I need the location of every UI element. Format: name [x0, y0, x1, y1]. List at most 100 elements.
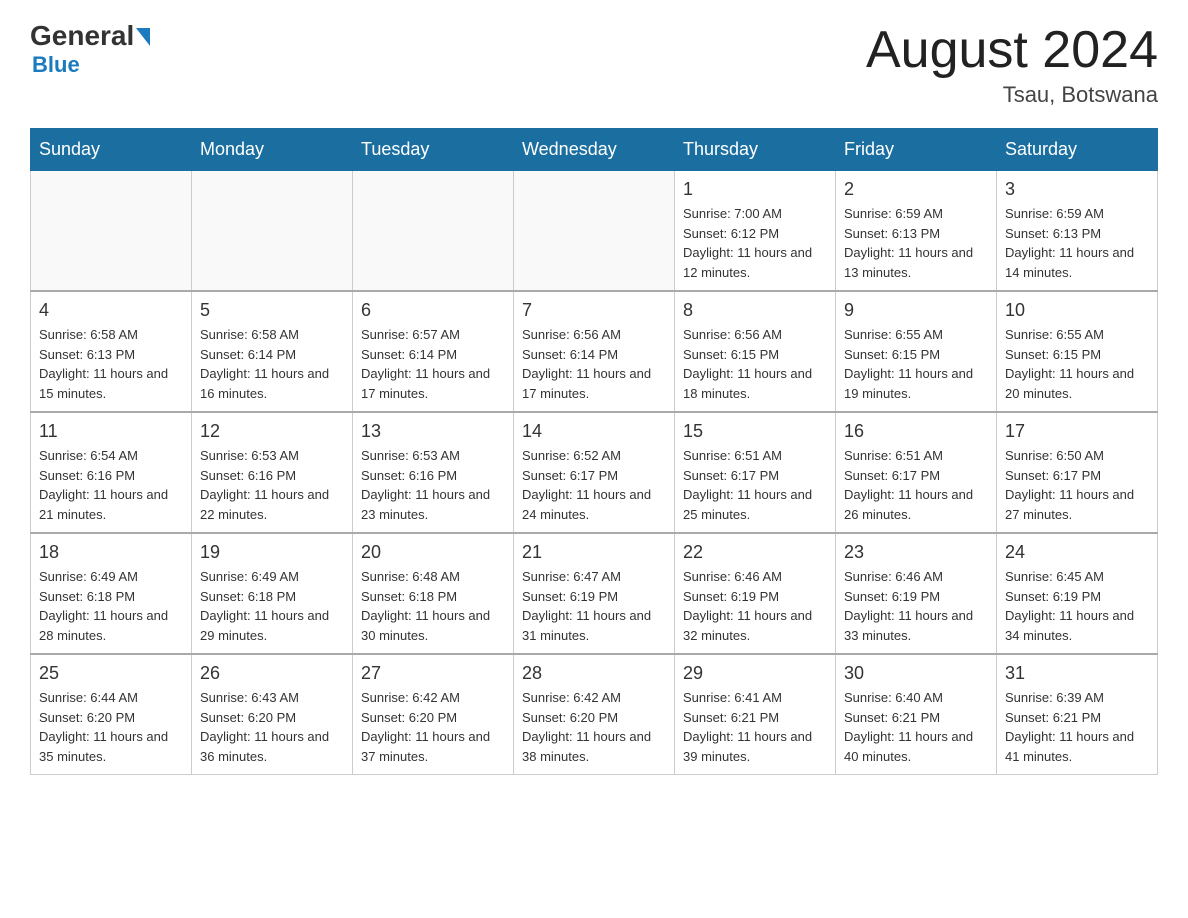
day-info: Sunrise: 6:48 AM Sunset: 6:18 PM Dayligh… [361, 567, 505, 645]
day-info: Sunrise: 6:59 AM Sunset: 6:13 PM Dayligh… [1005, 204, 1149, 282]
calendar-cell: 17Sunrise: 6:50 AM Sunset: 6:17 PM Dayli… [997, 412, 1158, 533]
calendar-cell: 24Sunrise: 6:45 AM Sunset: 6:19 PM Dayli… [997, 533, 1158, 654]
logo: General Blue [30, 20, 150, 78]
calendar-cell: 15 Sunrise: 6:51 AM Sunset: 6:17 PM Dayli… [675, 412, 836, 533]
calendar-cell: 11 Sunrise: 6:54 AM Sunset: 6:16 PM Dayli… [31, 412, 192, 533]
calendar-cell: 16 Sunrise: 6:51 AM Sunset: 6:17 PM Dayli… [836, 412, 997, 533]
day-info: Sunrise: 6:56 AM Sunset: 6:14 PM Dayligh… [522, 325, 666, 403]
day-info: Sunrise: 6:58 AM Sunset: 6:14 PM Dayligh… [200, 325, 344, 403]
day-info: Sunrise: 6:42 AM Sunset: 6:20 PM Dayligh… [522, 688, 666, 766]
day-info: Sunrise: 6:41 AM Sunset: 6:21 PM Dayligh… [683, 688, 827, 766]
day-info: Sunrise: 6:53 AM Sunset: 6:16 PM Dayligh… [200, 446, 344, 524]
calendar-cell: 29 Sunrise: 6:41 AM Sunset: 6:21 PM Dayli… [675, 654, 836, 775]
calendar-cell: 22 Sunrise: 6:46 AM Sunset: 6:19 PM Dayli… [675, 533, 836, 654]
day-info: Sunrise: 7:00 AM Sunset: 6:12 PM Dayligh… [683, 204, 827, 282]
day-number: 7 [522, 300, 666, 321]
calendar-week-2: 4Sunrise: 6:58 AM Sunset: 6:13 PM Daylig… [31, 291, 1158, 412]
day-of-week-saturday: Saturday [997, 129, 1158, 171]
day-info: Sunrise: 6:46 AM Sunset: 6:19 PM Dayligh… [683, 567, 827, 645]
day-info: Sunrise: 6:50 AM Sunset: 6:17 PM Dayligh… [1005, 446, 1149, 524]
calendar-cell: 7 Sunrise: 6:56 AM Sunset: 6:14 PM Daylig… [514, 291, 675, 412]
calendar-cell: 8Sunrise: 6:56 AM Sunset: 6:15 PM Daylig… [675, 291, 836, 412]
day-number: 3 [1005, 179, 1149, 200]
calendar-cell: 14 Sunrise: 6:52 AM Sunset: 6:17 PM Dayli… [514, 412, 675, 533]
calendar-cell: 18 Sunrise: 6:49 AM Sunset: 6:18 PM Dayli… [31, 533, 192, 654]
day-number: 28 [522, 663, 666, 684]
calendar-cell: 4Sunrise: 6:58 AM Sunset: 6:13 PM Daylig… [31, 291, 192, 412]
month-title: August 2024 [866, 20, 1158, 80]
day-of-week-wednesday: Wednesday [514, 129, 675, 171]
day-number: 22 [683, 542, 827, 563]
logo-blue-text: Blue [32, 52, 80, 78]
calendar-cell [514, 171, 675, 292]
day-info: Sunrise: 6:49 AM Sunset: 6:18 PM Dayligh… [39, 567, 183, 645]
day-info: Sunrise: 6:51 AM Sunset: 6:17 PM Dayligh… [844, 446, 988, 524]
day-number: 27 [361, 663, 505, 684]
day-number: 16 [844, 421, 988, 442]
day-info: Sunrise: 6:54 AM Sunset: 6:16 PM Dayligh… [39, 446, 183, 524]
day-info: Sunrise: 6:51 AM Sunset: 6:17 PM Dayligh… [683, 446, 827, 524]
logo-triangle-icon [136, 28, 150, 46]
calendar-cell: 3 Sunrise: 6:59 AM Sunset: 6:13 PM Daylig… [997, 171, 1158, 292]
page-header: General Blue August 2024 Tsau, Botswana [30, 20, 1158, 108]
day-number: 23 [844, 542, 988, 563]
calendar-week-1: 1 Sunrise: 7:00 AM Sunset: 6:12 PM Daylig… [31, 171, 1158, 292]
day-info: Sunrise: 6:55 AM Sunset: 6:15 PM Dayligh… [1005, 325, 1149, 403]
calendar-cell: 1 Sunrise: 7:00 AM Sunset: 6:12 PM Daylig… [675, 171, 836, 292]
day-info: Sunrise: 6:57 AM Sunset: 6:14 PM Dayligh… [361, 325, 505, 403]
logo-general-text: General [30, 20, 134, 52]
day-info: Sunrise: 6:43 AM Sunset: 6:20 PM Dayligh… [200, 688, 344, 766]
calendar-cell: 23Sunrise: 6:46 AM Sunset: 6:19 PM Dayli… [836, 533, 997, 654]
calendar-body: 1 Sunrise: 7:00 AM Sunset: 6:12 PM Daylig… [31, 171, 1158, 775]
day-number: 10 [1005, 300, 1149, 321]
day-of-week-friday: Friday [836, 129, 997, 171]
day-number: 6 [361, 300, 505, 321]
day-info: Sunrise: 6:47 AM Sunset: 6:19 PM Dayligh… [522, 567, 666, 645]
day-number: 21 [522, 542, 666, 563]
calendar-cell: 9Sunrise: 6:55 AM Sunset: 6:15 PM Daylig… [836, 291, 997, 412]
calendar-cell: 13 Sunrise: 6:53 AM Sunset: 6:16 PM Dayli… [353, 412, 514, 533]
calendar-cell: 31 Sunrise: 6:39 AM Sunset: 6:21 PM Dayli… [997, 654, 1158, 775]
day-number: 11 [39, 421, 183, 442]
day-of-week-tuesday: Tuesday [353, 129, 514, 171]
day-number: 13 [361, 421, 505, 442]
calendar-cell: 26Sunrise: 6:43 AM Sunset: 6:20 PM Dayli… [192, 654, 353, 775]
day-info: Sunrise: 6:59 AM Sunset: 6:13 PM Dayligh… [844, 204, 988, 282]
day-number: 31 [1005, 663, 1149, 684]
calendar-cell: 28 Sunrise: 6:42 AM Sunset: 6:20 PM Dayli… [514, 654, 675, 775]
calendar-cell: 5 Sunrise: 6:58 AM Sunset: 6:14 PM Daylig… [192, 291, 353, 412]
day-info: Sunrise: 6:44 AM Sunset: 6:20 PM Dayligh… [39, 688, 183, 766]
calendar-week-4: 18 Sunrise: 6:49 AM Sunset: 6:18 PM Dayli… [31, 533, 1158, 654]
calendar-cell: 12Sunrise: 6:53 AM Sunset: 6:16 PM Dayli… [192, 412, 353, 533]
day-number: 15 [683, 421, 827, 442]
day-number: 25 [39, 663, 183, 684]
day-number: 20 [361, 542, 505, 563]
day-number: 29 [683, 663, 827, 684]
day-info: Sunrise: 6:53 AM Sunset: 6:16 PM Dayligh… [361, 446, 505, 524]
day-number: 14 [522, 421, 666, 442]
day-number: 5 [200, 300, 344, 321]
calendar-cell [192, 171, 353, 292]
calendar-cell: 20 Sunrise: 6:48 AM Sunset: 6:18 PM Dayli… [353, 533, 514, 654]
calendar-week-3: 11 Sunrise: 6:54 AM Sunset: 6:16 PM Dayli… [31, 412, 1158, 533]
day-number: 4 [39, 300, 183, 321]
day-number: 8 [683, 300, 827, 321]
location-label: Tsau, Botswana [866, 82, 1158, 108]
day-info: Sunrise: 6:39 AM Sunset: 6:21 PM Dayligh… [1005, 688, 1149, 766]
calendar-cell: 30Sunrise: 6:40 AM Sunset: 6:21 PM Dayli… [836, 654, 997, 775]
day-of-week-sunday: Sunday [31, 129, 192, 171]
day-info: Sunrise: 6:52 AM Sunset: 6:17 PM Dayligh… [522, 446, 666, 524]
day-info: Sunrise: 6:45 AM Sunset: 6:19 PM Dayligh… [1005, 567, 1149, 645]
day-number: 18 [39, 542, 183, 563]
calendar-cell: 19Sunrise: 6:49 AM Sunset: 6:18 PM Dayli… [192, 533, 353, 654]
day-header-row: SundayMondayTuesdayWednesdayThursdayFrid… [31, 129, 1158, 171]
day-number: 30 [844, 663, 988, 684]
title-area: August 2024 Tsau, Botswana [866, 20, 1158, 108]
calendar-cell [31, 171, 192, 292]
calendar-week-5: 25 Sunrise: 6:44 AM Sunset: 6:20 PM Dayli… [31, 654, 1158, 775]
calendar-table: SundayMondayTuesdayWednesdayThursdayFrid… [30, 128, 1158, 775]
day-of-week-monday: Monday [192, 129, 353, 171]
day-number: 1 [683, 179, 827, 200]
day-info: Sunrise: 6:42 AM Sunset: 6:20 PM Dayligh… [361, 688, 505, 766]
calendar-cell: 10 Sunrise: 6:55 AM Sunset: 6:15 PM Dayli… [997, 291, 1158, 412]
